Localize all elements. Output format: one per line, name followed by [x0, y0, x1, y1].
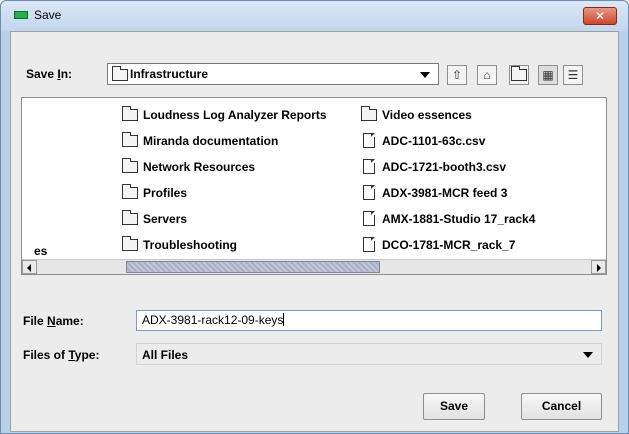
- list-item-label: ADC-1101-63c.csv: [382, 134, 486, 148]
- file-type-dropdown[interactable]: All Files: [136, 343, 602, 365]
- scrollbar-thumb[interactable]: [126, 261, 380, 273]
- file-icon: [363, 237, 375, 252]
- up-one-level-icon: ⇧: [451, 68, 463, 82]
- horizontal-scrollbar[interactable]: [22, 259, 606, 274]
- list-item[interactable]: AMX-1881-Studio 17_rack4: [363, 211, 535, 226]
- list-item[interactable]: es: [34, 244, 47, 258]
- list-item[interactable]: Video essences: [361, 106, 472, 122]
- file-icon: [363, 185, 375, 200]
- list-item[interactable]: Servers: [122, 210, 188, 226]
- file-type-value: All Files: [142, 348, 189, 362]
- list-item[interactable]: ADX-3981-MCR feed 3: [363, 185, 507, 200]
- home-button[interactable]: ⌂: [477, 65, 497, 85]
- chevron-down-icon: [420, 72, 430, 78]
- list-view-button[interactable]: ▦: [538, 65, 558, 85]
- new-folder-icon: [511, 66, 527, 81]
- title-bar[interactable]: Save ✕: [1, 1, 628, 31]
- folder-icon: [122, 184, 138, 199]
- scroll-left-button[interactable]: [22, 260, 37, 274]
- file-type-label-suffix: ype:: [74, 348, 100, 362]
- save-button[interactable]: Save: [423, 393, 485, 420]
- list-item[interactable]: DCO-1781-MCR_rack_7: [363, 237, 515, 252]
- list-item-label: AMX-1881-Studio 17_rack4: [382, 212, 536, 226]
- close-button[interactable]: ✕: [583, 7, 617, 25]
- app-icon: [14, 11, 28, 19]
- folder-icon: [122, 132, 138, 147]
- list-item-label: Troubleshooting: [143, 238, 237, 252]
- folder-icon: [112, 66, 128, 81]
- list-item-label: Video essences: [382, 108, 472, 122]
- list-item[interactable]: Profiles: [122, 184, 188, 200]
- cancel-button[interactable]: Cancel: [521, 393, 602, 420]
- dialog-content: Save In: Infrastructure ⇧ ⌂ ▦ ☰ es Loudn…: [10, 31, 619, 432]
- list-view-icon: ▦: [542, 68, 554, 82]
- list-item-label: Servers: [143, 212, 188, 226]
- save-in-label: Save In:: [26, 67, 72, 81]
- list-item[interactable]: ADC-1721-booth3.csv: [363, 159, 506, 174]
- file-name-label-prefix: File: [23, 314, 48, 328]
- list-item-label: Profiles: [143, 186, 188, 200]
- home-icon: ⌂: [483, 68, 491, 82]
- list-item[interactable]: Miranda documentation: [122, 132, 279, 148]
- file-name-input[interactable]: ADX-3981-rack12-09-keys: [136, 310, 602, 331]
- list-item-label: Network Resources: [143, 160, 256, 174]
- folder-icon: [122, 210, 138, 225]
- file-icon: [363, 159, 375, 174]
- list-item-label: Loudness Log Analyzer Reports: [143, 108, 327, 122]
- list-item[interactable]: ADC-1101-63c.csv: [363, 133, 485, 148]
- list-item[interactable]: Troubleshooting: [122, 236, 237, 252]
- details-view-icon: ☰: [567, 68, 579, 82]
- list-item[interactable]: Network Resources: [122, 158, 256, 174]
- file-name-label: File Name:: [23, 314, 84, 328]
- list-item-label: DCO-1781-MCR_rack_7: [382, 238, 516, 252]
- file-list[interactable]: es Loudness Log Analyzer Reports Miranda…: [21, 97, 607, 275]
- save-in-dropdown[interactable]: Infrastructure: [107, 63, 439, 85]
- file-icon: [363, 133, 375, 148]
- folder-icon: [122, 158, 138, 173]
- list-item-label: Miranda documentation: [143, 134, 279, 148]
- list-item-label: ADX-3981-MCR feed 3: [382, 186, 508, 200]
- file-type-label-prefix: Files of: [23, 348, 69, 362]
- file-icon: [363, 211, 375, 226]
- scroll-right-button[interactable]: [591, 260, 606, 274]
- new-folder-button[interactable]: [509, 65, 529, 85]
- folder-icon: [361, 106, 377, 121]
- file-name-label-mnemonic: N: [47, 314, 56, 328]
- file-name-value: ADX-3981-rack12-09-keys: [142, 313, 284, 327]
- list-item[interactable]: Loudness Log Analyzer Reports: [122, 106, 327, 122]
- save-in-label-prefix: Save: [26, 67, 58, 81]
- window-title: Save: [34, 8, 62, 22]
- folder-icon: [122, 106, 138, 121]
- file-type-label: Files of Type:: [23, 348, 99, 362]
- save-in-value: Infrastructure: [130, 67, 209, 81]
- folder-icon: [122, 236, 138, 251]
- chevron-down-icon: [583, 352, 593, 358]
- file-name-label-suffix: ame:: [55, 314, 84, 328]
- save-in-label-suffix: n:: [60, 67, 73, 81]
- save-dialog: Save ✕ Save In: Infrastructure ⇧ ⌂ ▦ ☰ e…: [0, 0, 629, 434]
- list-item-label: ADC-1721-booth3.csv: [382, 160, 507, 174]
- text-caret: [283, 313, 285, 326]
- up-one-level-button[interactable]: ⇧: [447, 65, 467, 85]
- details-view-button[interactable]: ☰: [563, 65, 583, 85]
